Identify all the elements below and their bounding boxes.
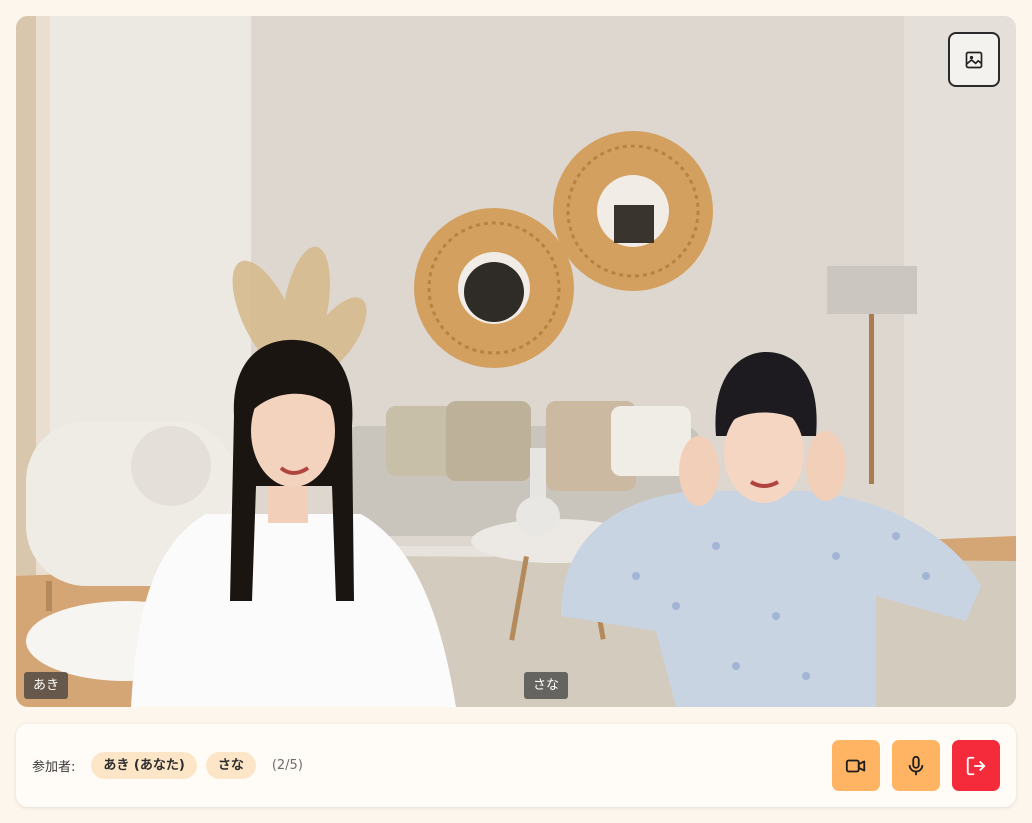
call-controls <box>832 740 1000 791</box>
name-tag-aki: あき <box>24 672 69 699</box>
participant-chip: あき (あなた) <box>91 752 197 779</box>
participants-bar: 参加者: あき (あなた) さな (2/5) <box>16 724 1016 807</box>
microphone-icon <box>908 755 924 775</box>
participants-label: 参加者: <box>32 760 76 775</box>
video-stage: あき さな <box>16 16 1016 707</box>
participant-count: (2/5) <box>271 758 303 773</box>
name-tag-sana: さな <box>524 672 569 699</box>
change-background-button[interactable] <box>948 32 1000 87</box>
image-icon <box>965 51 983 68</box>
participant-chip: さな <box>205 752 256 779</box>
virtual-background <box>16 16 1016 707</box>
microphone-toggle-button[interactable] <box>892 740 940 791</box>
round-mirror-right <box>553 131 713 291</box>
video-camera-icon <box>845 759 866 772</box>
exit-icon <box>966 756 986 775</box>
leave-call-button[interactable] <box>952 740 1000 791</box>
camera-toggle-button[interactable] <box>832 740 880 791</box>
round-mirror-left <box>414 208 574 368</box>
